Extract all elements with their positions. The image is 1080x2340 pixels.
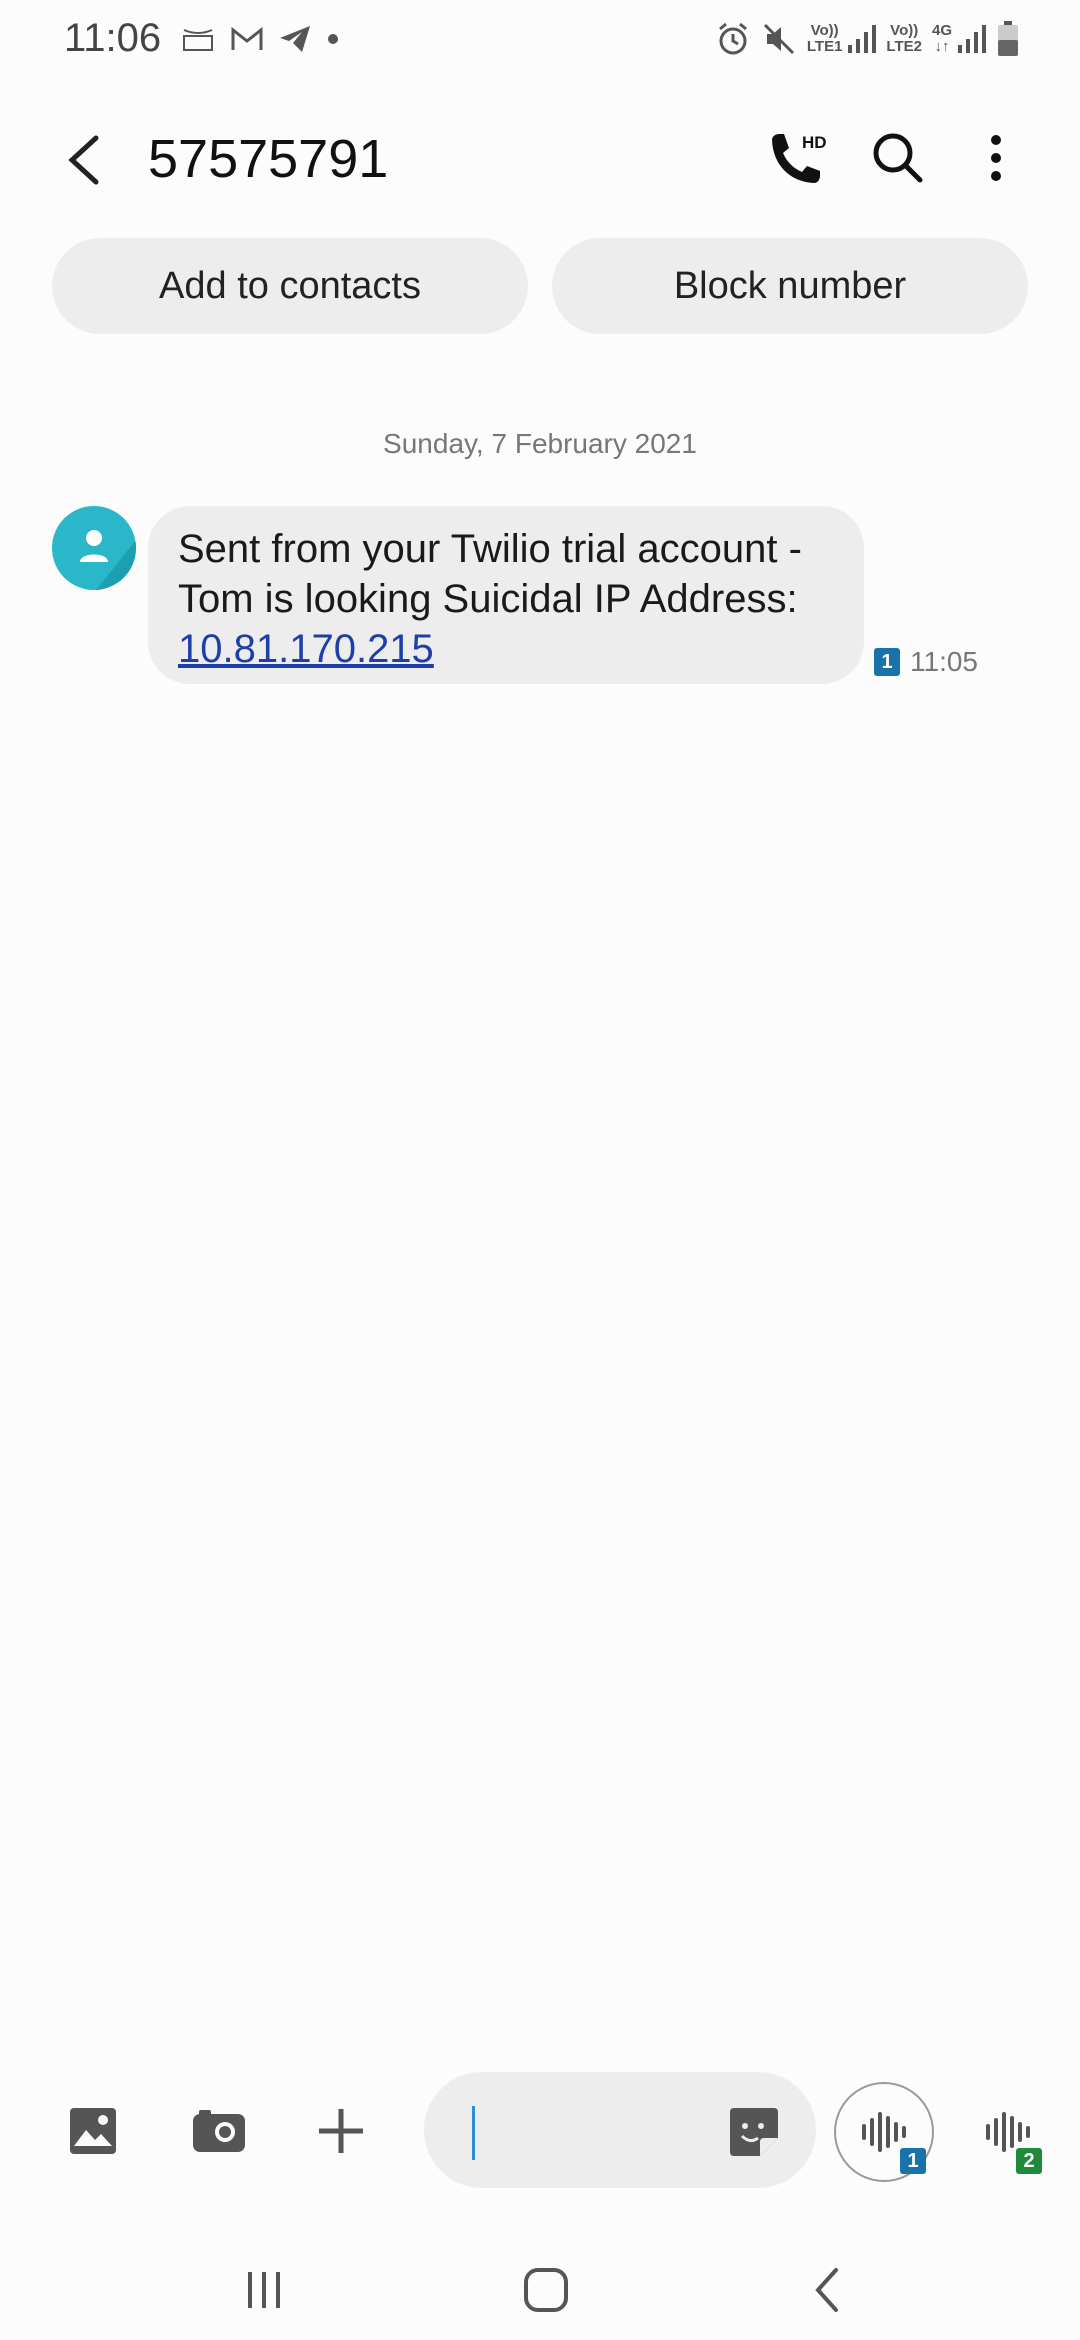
person-icon — [80, 530, 136, 590]
message-input[interactable] — [424, 2072, 816, 2188]
camera-icon — [193, 2110, 245, 2152]
volte1-signal-icon: Vo)) LTE1 — [807, 23, 877, 55]
search-icon — [873, 133, 923, 183]
nav-back-button[interactable] — [788, 2260, 868, 2320]
message-text: Sent from your Twilio trial account - To… — [178, 527, 802, 621]
sim-badge: 1 — [874, 648, 900, 676]
avatar[interactable] — [52, 506, 136, 590]
status-time: 11:06 — [64, 16, 162, 60]
sim2-badge: 2 — [1016, 2148, 1042, 2174]
battery-icon — [996, 20, 1020, 58]
text-caret — [472, 2106, 475, 2160]
message-meta: 1 11:05 — [874, 646, 978, 678]
back-chevron-icon — [815, 2268, 838, 2312]
home-button[interactable] — [506, 2260, 586, 2320]
composer: 1 2 — [0, 2060, 1080, 2200]
voice-record-sim2-button[interactable]: 2 — [966, 2082, 1066, 2182]
navigation-bar — [0, 2240, 1080, 2340]
hd-badge: HD — [802, 133, 827, 152]
dot-icon — [326, 32, 340, 46]
sim1-badge: 1 — [900, 2148, 926, 2174]
back-arrow-icon — [68, 135, 99, 185]
back-button[interactable] — [58, 128, 112, 192]
ip-address-link[interactable]: 10.81.170.215 — [178, 627, 434, 671]
message-time: 11:05 — [910, 646, 978, 677]
gallery-button[interactable] — [58, 2096, 128, 2166]
sticker-icon — [730, 2108, 778, 2156]
mute-icon — [761, 21, 797, 57]
date-separator: Sunday, 7 February 2021 — [383, 428, 697, 459]
home-icon — [524, 2268, 568, 2312]
volte2-signal-icon: Vo)) LTE2 — [886, 22, 922, 55]
message-bubble[interactable]: Sent from your Twilio trial account - To… — [148, 506, 864, 684]
contact-number-title[interactable]: 57575791 — [148, 128, 388, 190]
system-icons: Vo)) LTE1 Vo)) LTE2 4G ↓↑ — [715, 20, 1020, 58]
recent-apps-button[interactable] — [224, 2260, 304, 2320]
block-number-button[interactable]: Block number — [552, 238, 1028, 334]
telegram-icon — [278, 24, 312, 54]
4g-icon: 4G ↓↑ — [932, 23, 986, 55]
phone-hd-icon: HD — [772, 133, 827, 183]
search-button[interactable] — [866, 126, 930, 190]
more-vertical-icon — [991, 135, 1001, 181]
plus-icon — [319, 2109, 363, 2153]
hd-call-button[interactable]: HD — [760, 124, 830, 194]
add-to-contacts-button[interactable]: Add to contacts — [52, 238, 528, 334]
recents-icon — [248, 2272, 280, 2308]
conversation-header: 57575791 HD — [0, 110, 1080, 210]
sticker-button[interactable] — [728, 2106, 780, 2158]
alarm-icon — [715, 21, 751, 57]
status-bar: 11:06 Vo)) LTE1 Vo)) LTE2 4G ↓↑ — [0, 0, 1080, 84]
voice-record-sim1-button[interactable]: 1 — [834, 2082, 934, 2182]
amazon-icon — [180, 24, 216, 54]
notification-icons — [180, 24, 340, 54]
camera-button[interactable] — [184, 2096, 254, 2166]
gallery-icon — [70, 2108, 116, 2154]
more-options-button[interactable] — [976, 126, 1016, 190]
add-attachment-button[interactable] — [306, 2096, 376, 2166]
gmail-icon — [230, 26, 264, 52]
